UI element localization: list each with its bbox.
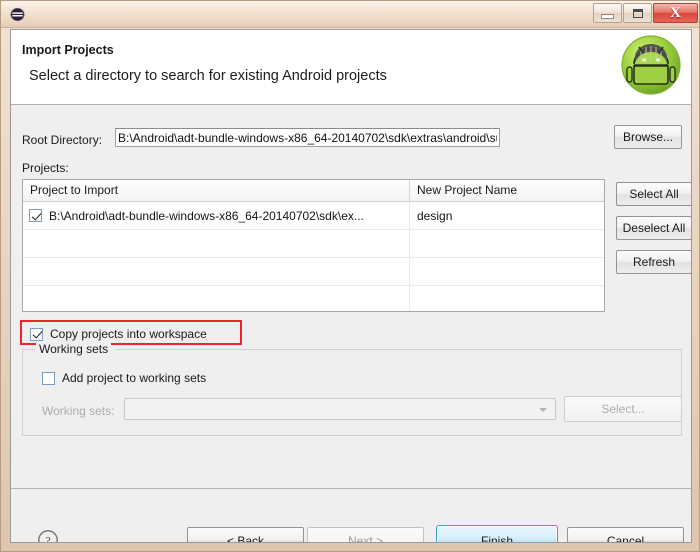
root-directory-input[interactable] bbox=[115, 128, 500, 147]
window-controls: X bbox=[592, 3, 698, 24]
eclipse-icon bbox=[10, 7, 25, 22]
cell-new-project-name[interactable] bbox=[410, 286, 604, 311]
working-sets-field-label: Working sets: bbox=[42, 404, 115, 418]
cell-project-path: B:\Android\adt-bundle-windows-x86_64-201… bbox=[49, 208, 364, 223]
page-title: Import Projects bbox=[22, 43, 114, 57]
help-icon[interactable]: ? bbox=[37, 529, 59, 543]
table-header-row: Project to Import New Project Name bbox=[23, 180, 604, 202]
table-row[interactable] bbox=[23, 258, 604, 286]
cell-new-project-name[interactable]: design bbox=[410, 202, 604, 229]
refresh-button[interactable]: Refresh bbox=[616, 250, 691, 274]
projects-table[interactable]: Project to Import New Project Name B:\An… bbox=[22, 179, 605, 312]
projects-label: Projects: bbox=[22, 161, 69, 175]
table-row[interactable] bbox=[23, 286, 604, 311]
table-row[interactable] bbox=[23, 230, 604, 258]
column-header-project-to-import[interactable]: Project to Import bbox=[23, 180, 410, 201]
cell-project-to-import[interactable]: B:\Android\adt-bundle-windows-x86_64-201… bbox=[23, 202, 410, 229]
select-all-button[interactable]: Select All bbox=[616, 182, 691, 206]
column-header-new-project-name[interactable]: New Project Name bbox=[410, 180, 604, 201]
next-button: Next > bbox=[307, 527, 424, 542]
working-sets-combobox[interactable] bbox=[124, 398, 556, 420]
title-bar: X bbox=[1, 1, 699, 28]
chevron-down-icon bbox=[539, 408, 547, 412]
copy-projects-label: Copy projects into workspace bbox=[50, 327, 207, 341]
dialog-footer: ? < Back Next > Finish Cancel bbox=[11, 489, 691, 542]
cancel-button[interactable]: Cancel bbox=[567, 527, 684, 542]
android-robot-icon bbox=[620, 34, 682, 96]
copy-projects-checkbox[interactable] bbox=[30, 327, 43, 341]
import-projects-window: X Import Projects Select a directory to … bbox=[0, 0, 700, 552]
back-button[interactable]: < Back bbox=[187, 527, 304, 542]
maximize-button[interactable] bbox=[623, 3, 652, 23]
svg-text:?: ? bbox=[45, 533, 50, 543]
cell-new-project-name[interactable] bbox=[410, 230, 604, 257]
cell-new-project-name[interactable] bbox=[410, 258, 604, 285]
working-sets-group bbox=[22, 349, 682, 436]
close-icon: X bbox=[670, 4, 681, 21]
minimize-icon bbox=[601, 14, 614, 19]
working-sets-select-button[interactable]: Select... bbox=[564, 396, 682, 422]
root-directory-label: Root Directory: bbox=[22, 133, 103, 147]
add-project-checkbox[interactable] bbox=[42, 371, 55, 385]
maximize-icon bbox=[632, 8, 643, 18]
minimize-button[interactable] bbox=[593, 3, 622, 23]
close-button[interactable]: X bbox=[653, 3, 698, 23]
working-sets-legend: Working sets bbox=[36, 342, 112, 356]
dialog-header: Import Projects Select a directory to se… bbox=[11, 30, 691, 105]
cell-project-to-import[interactable] bbox=[23, 258, 410, 285]
deselect-all-button[interactable]: Deselect All bbox=[616, 216, 691, 240]
add-project-label: Add project to working sets bbox=[62, 371, 207, 385]
dialog-content: Root Directory: Browse... Projects: Proj… bbox=[11, 106, 691, 488]
cell-project-to-import[interactable] bbox=[23, 230, 410, 257]
group-border-right bbox=[116, 349, 682, 350]
add-project-to-working-sets-row[interactable]: Add project to working sets bbox=[42, 371, 206, 385]
page-subtitle: Select a directory to search for existin… bbox=[29, 68, 387, 84]
copy-projects-into-workspace-checkbox-row[interactable]: Copy projects into workspace bbox=[30, 327, 207, 341]
group-border-left bbox=[22, 349, 35, 350]
browse-button[interactable]: Browse... bbox=[614, 125, 682, 149]
table-row[interactable]: B:\Android\adt-bundle-windows-x86_64-201… bbox=[23, 202, 604, 230]
dialog-body: Import Projects Select a directory to se… bbox=[10, 29, 692, 543]
finish-button[interactable]: Finish bbox=[436, 525, 558, 542]
row-checkbox[interactable] bbox=[29, 209, 42, 222]
cell-project-to-import[interactable] bbox=[23, 286, 410, 311]
